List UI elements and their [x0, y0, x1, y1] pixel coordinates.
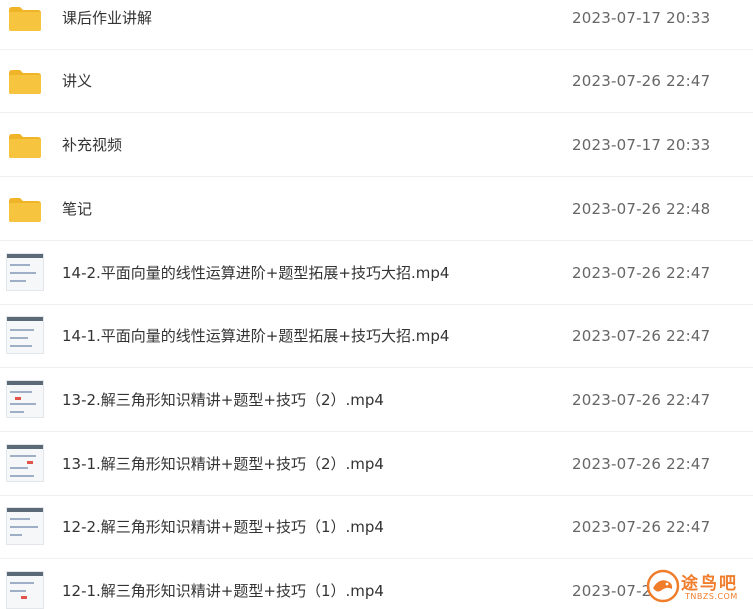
file-date: 2023-07-26 22:47 — [572, 327, 711, 345]
watermark-text: 途鸟吧 — [681, 574, 738, 594]
file-name[interactable]: 13-1.解三角形知识精讲+题型+技巧（2）.mp4 — [62, 432, 384, 496]
file-name[interactable]: 讲义 — [62, 49, 92, 113]
video-thumbnail — [4, 378, 44, 418]
file-row-folder-extra-videos[interactable]: 补充视频 2023-07-17 20:33 — [0, 113, 753, 177]
file-row-folder-notes[interactable]: 笔记 2023-07-26 22:48 — [0, 177, 753, 241]
file-name[interactable]: 补充视频 — [62, 113, 122, 177]
bird-logo-icon — [646, 569, 680, 603]
file-name[interactable]: 14-1.平面向量的线性运算进阶+题型拓展+技巧大招.mp4 — [62, 304, 449, 368]
site-watermark: 途鸟吧 TNBZS.COM — [645, 567, 747, 607]
file-row-video[interactable]: 14-1.平面向量的线性运算进阶+题型拓展+技巧大招.mp4 2023-07-2… — [0, 304, 753, 368]
file-name[interactable]: 笔记 — [62, 177, 92, 241]
folder-icon — [9, 198, 41, 222]
video-thumbnail-image — [6, 507, 44, 545]
video-thumbnail-image — [6, 380, 44, 418]
folder-icon-wrap — [4, 0, 42, 38]
file-row-folder-homework[interactable]: 课后作业讲解 2023-07-17 20:33 — [0, 0, 753, 50]
folder-icon — [9, 70, 41, 94]
file-name[interactable]: 12-2.解三角形知识精讲+题型+技巧（1）.mp4 — [62, 495, 384, 559]
file-date: 2023-07-26 22:47 — [572, 455, 711, 473]
file-row-video[interactable]: 14-2.平面向量的线性运算进阶+题型拓展+技巧大招.mp4 2023-07-2… — [0, 241, 753, 305]
file-row-video[interactable]: 13-1.解三角形知识精讲+题型+技巧（2）.mp4 2023-07-26 22… — [0, 432, 753, 496]
file-row-folder-handouts[interactable]: 讲义 2023-07-26 22:47 — [0, 49, 753, 113]
file-list: 课后作业讲解 2023-07-17 20:33 讲义 2023-07-26 22… — [0, 0, 753, 609]
file-name[interactable]: 13-2.解三角形知识精讲+题型+技巧（2）.mp4 — [62, 368, 384, 432]
video-thumbnail — [4, 314, 44, 354]
file-date: 2023-07-17 20:33 — [572, 9, 711, 27]
file-date: 2023-07-26 22:47 — [572, 72, 711, 90]
file-date: 2023-07-17 20:33 — [572, 136, 711, 154]
video-thumbnail-image — [6, 571, 44, 609]
file-date: 2023-07-2 — [572, 582, 652, 600]
video-thumbnail-image — [6, 444, 44, 482]
folder-icon — [9, 7, 41, 31]
file-name[interactable]: 14-2.平面向量的线性运算进阶+题型拓展+技巧大招.mp4 — [62, 241, 449, 305]
video-thumbnail-image — [6, 253, 44, 291]
file-date: 2023-07-26 22:47 — [572, 264, 711, 282]
folder-icon-wrap — [4, 189, 42, 229]
file-name[interactable]: 12-1.解三角形知识精讲+题型+技巧（1）.mp4 — [62, 559, 384, 609]
watermark-subtext: TNBZS.COM — [685, 592, 738, 601]
file-row-video[interactable]: 12-1.解三角形知识精讲+题型+技巧（1）.mp4 2023-07-2 — [0, 559, 753, 609]
file-row-video[interactable]: 13-2.解三角形知识精讲+题型+技巧（2）.mp4 2023-07-26 22… — [0, 368, 753, 432]
folder-icon — [9, 134, 41, 158]
video-thumbnail — [4, 442, 44, 482]
folder-icon-wrap — [4, 61, 42, 101]
file-date: 2023-07-26 22:47 — [572, 518, 711, 536]
video-thumbnail — [4, 505, 44, 545]
video-thumbnail — [4, 251, 44, 291]
file-date: 2023-07-26 22:47 — [572, 391, 711, 409]
video-thumbnail-image — [6, 316, 44, 354]
file-date: 2023-07-26 22:48 — [572, 200, 711, 218]
folder-icon-wrap — [4, 125, 42, 165]
file-row-video[interactable]: 12-2.解三角形知识精讲+题型+技巧（1）.mp4 2023-07-26 22… — [0, 495, 753, 559]
file-name[interactable]: 课后作业讲解 — [62, 0, 152, 50]
video-thumbnail — [4, 569, 44, 609]
